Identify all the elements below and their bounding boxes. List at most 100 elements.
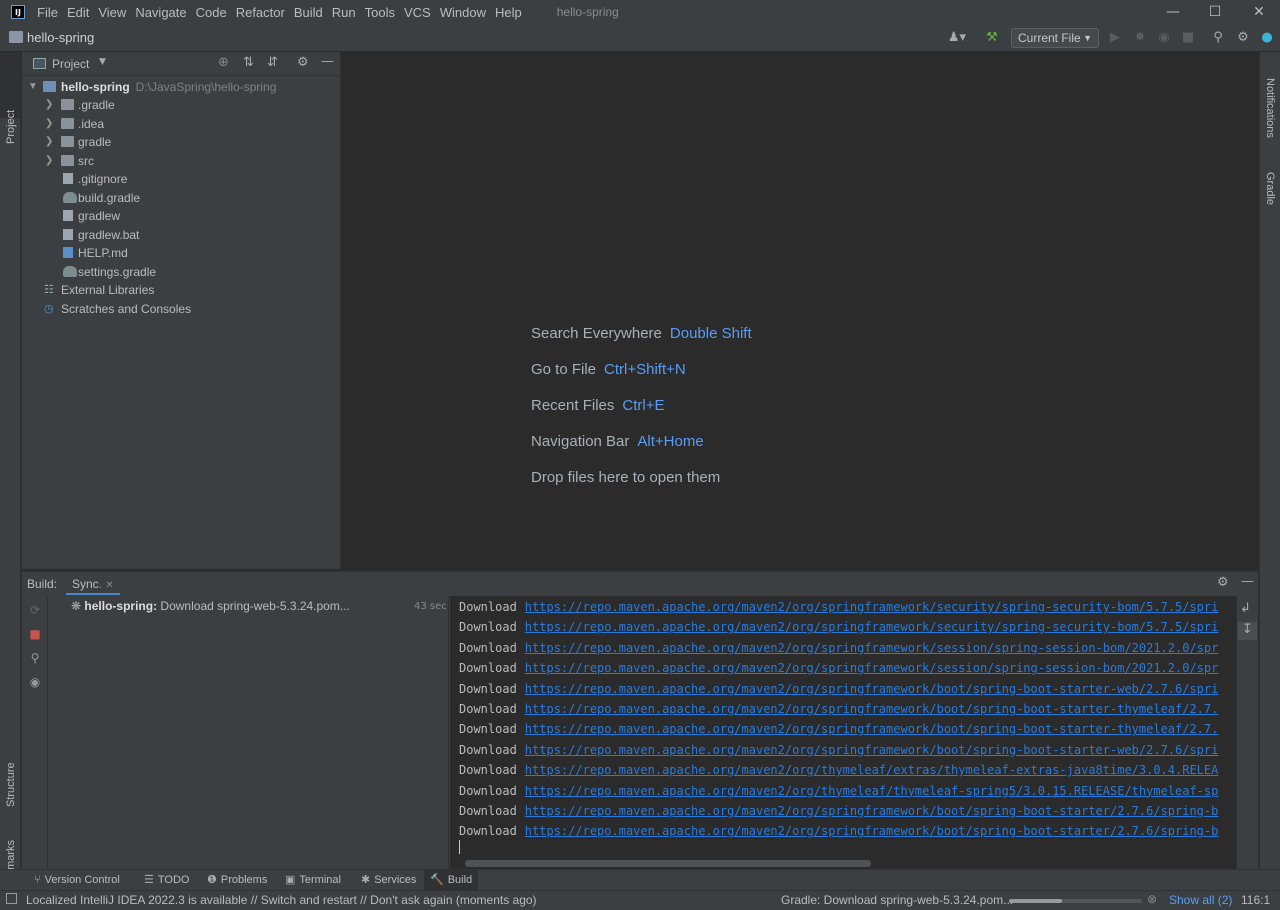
- tree-item-scratches[interactable]: ◷ Scratches and Consoles: [22, 300, 341, 318]
- menu-navigate[interactable]: Navigate: [135, 5, 186, 20]
- notifications-tool-label[interactable]: Notifications: [1264, 78, 1276, 138]
- project-tool-label[interactable]: Project: [5, 110, 17, 144]
- hint-search-everywhere: Search Everywhere Double Shift: [531, 325, 752, 342]
- breadcrumb-project[interactable]: hello-spring: [27, 30, 94, 45]
- sync-task-row[interactable]: ❋ hello-spring: Download spring-web-5.3.…: [71, 599, 350, 613]
- project-view-selector[interactable]: Project: [52, 57, 89, 71]
- console-url-link[interactable]: https://repo.maven.apache.org/maven2/org…: [525, 661, 1219, 675]
- chevron-right-icon[interactable]: ❯: [45, 152, 55, 170]
- console-url-link[interactable]: https://repo.maven.apache.org/maven2/org…: [525, 702, 1219, 716]
- expand-all-icon[interactable]: ⇅: [243, 55, 254, 70]
- status-message[interactable]: Localized IntelliJ IDEA 2022.3 is availa…: [26, 893, 537, 907]
- console-url-link[interactable]: https://repo.maven.apache.org/maven2/org…: [525, 641, 1219, 655]
- show-eye-icon[interactable]: ◉: [27, 674, 43, 690]
- maximize-icon[interactable]: ☐: [1192, 0, 1238, 24]
- cancel-task-icon[interactable]: ⊗: [1147, 892, 1157, 906]
- chevron-right-icon[interactable]: ❯: [45, 133, 55, 151]
- tree-item[interactable]: ❯ gradle: [22, 133, 341, 151]
- console-url-link[interactable]: https://repo.maven.apache.org/maven2/org…: [525, 824, 1219, 838]
- console-url-link[interactable]: https://repo.maven.apache.org/maven2/org…: [525, 804, 1219, 818]
- menu-tools[interactable]: Tools: [365, 5, 395, 20]
- chevron-down-icon[interactable]: ▼: [28, 78, 38, 96]
- tree-item[interactable]: build.gradle: [22, 189, 341, 207]
- menu-run[interactable]: Run: [332, 5, 356, 20]
- pin-tab-icon[interactable]: ⚲: [27, 650, 43, 666]
- tool-tab-services[interactable]: ✱ Services: [355, 870, 422, 891]
- menu-refactor[interactable]: Refactor: [236, 5, 285, 20]
- close-tab-icon[interactable]: ✕: [105, 580, 113, 591]
- debug-icon[interactable]: ✸: [1131, 29, 1149, 47]
- toggle-tool-windows-icon[interactable]: [6, 893, 17, 904]
- panel-settings-gear-icon[interactable]: ⚙: [297, 55, 309, 70]
- menu-view[interactable]: View: [98, 5, 126, 20]
- tree-item[interactable]: ❯ .idea: [22, 115, 341, 133]
- run-configuration-select[interactable]: Current File ▼: [1011, 28, 1099, 48]
- stop-sync-icon[interactable]: ■: [27, 626, 43, 642]
- rerun-sync-icon[interactable]: ⟳: [27, 602, 43, 618]
- locate-target-icon[interactable]: ⊕: [218, 55, 229, 70]
- tree-item[interactable]: settings.gradle: [22, 263, 341, 281]
- gradle-task-status[interactable]: Gradle: Download spring-web-5.3.24.pom..…: [781, 893, 1013, 907]
- build-console-output[interactable]: Download https://repo.maven.apache.org/ma…: [450, 596, 1236, 870]
- tree-item-external-libraries[interactable]: ☷ External Libraries: [22, 281, 341, 299]
- project-tool-tab[interactable]: [0, 52, 21, 118]
- tree-item-label: gradlew.bat: [78, 228, 140, 242]
- menu-file[interactable]: File: [37, 5, 58, 20]
- console-url-link[interactable]: https://repo.maven.apache.org/maven2/org…: [525, 600, 1219, 614]
- menu-code[interactable]: Code: [196, 5, 227, 20]
- console-url-link[interactable]: https://repo.maven.apache.org/maven2/org…: [525, 620, 1219, 634]
- build-hammer-icon[interactable]: ⚒: [983, 29, 1001, 47]
- menu-window[interactable]: Window: [440, 5, 486, 20]
- search-icon[interactable]: ⚲: [1209, 29, 1227, 47]
- close-window-icon[interactable]: ✕: [1236, 0, 1280, 24]
- collapse-all-icon[interactable]: ⇵: [267, 55, 278, 70]
- tab-sync[interactable]: Sync. ✕: [66, 572, 120, 595]
- show-all-tasks-link[interactable]: Show all (2): [1169, 893, 1232, 907]
- tool-tab-version-control[interactable]: ⑂ Version Control: [28, 870, 126, 891]
- menu-vcs[interactable]: VCS: [404, 5, 431, 20]
- hammer-icon: 🔨: [430, 874, 444, 886]
- tool-tab-terminal[interactable]: ▣ Terminal: [279, 870, 347, 891]
- tool-tab-todo[interactable]: ☰ TODO: [138, 870, 195, 891]
- editor-empty-area[interactable]: Search Everywhere Double Shift Go to File…: [342, 52, 1258, 569]
- menu-build[interactable]: Build: [294, 5, 323, 20]
- chevron-right-icon[interactable]: ❯: [45, 115, 55, 133]
- tree-item[interactable]: gradlew.bat: [22, 226, 341, 244]
- menu-help[interactable]: Help: [495, 5, 522, 20]
- caret-position[interactable]: 116:1: [1241, 893, 1270, 907]
- tool-tab-build[interactable]: 🔨 Build: [424, 870, 479, 891]
- console-url-link[interactable]: https://repo.maven.apache.org/maven2/org…: [525, 763, 1219, 777]
- gradle-tool-label[interactable]: Gradle: [1264, 172, 1276, 205]
- menu-edit[interactable]: Edit: [67, 5, 89, 20]
- chevron-right-icon[interactable]: ❯: [45, 96, 55, 114]
- hide-panel-icon[interactable]: —: [321, 54, 334, 69]
- build-settings-gear-icon[interactable]: ⚙: [1217, 575, 1229, 590]
- console-url-link[interactable]: https://repo.maven.apache.org/maven2/org…: [525, 784, 1219, 798]
- scroll-to-end-icon[interactable]: ↧: [1238, 622, 1257, 640]
- run-icon[interactable]: ▶: [1106, 29, 1124, 47]
- tree-item[interactable]: HELP.md: [22, 244, 341, 262]
- console-download-word: Download: [459, 681, 517, 696]
- tree-item[interactable]: .gitignore: [22, 170, 341, 188]
- tree-item[interactable]: ❯ src: [22, 152, 341, 170]
- tree-root-hello-spring[interactable]: ▼ hello-spring D:\JavaSpring\hello-spring: [22, 78, 341, 96]
- chevron-down-icon[interactable]: ▼: [99, 57, 106, 67]
- tree-item-label: Scratches and Consoles: [61, 302, 192, 316]
- structure-tool-label[interactable]: Structure: [5, 762, 17, 807]
- user-account-icon[interactable]: ♟▾: [945, 29, 969, 47]
- console-url-link[interactable]: https://repo.maven.apache.org/maven2/org…: [525, 682, 1219, 696]
- console-horizontal-scrollbar[interactable]: [465, 860, 871, 867]
- console-url-link[interactable]: https://repo.maven.apache.org/maven2/org…: [525, 722, 1219, 736]
- minimize-icon[interactable]: —: [1150, 0, 1196, 24]
- coverage-icon[interactable]: ◉: [1155, 29, 1173, 47]
- settings-gear-icon[interactable]: ⚙: [1234, 29, 1252, 47]
- jetbrains-toolbox-icon[interactable]: ●: [1258, 29, 1276, 47]
- tool-tab-problems[interactable]: ❶ Problems: [201, 870, 273, 891]
- console-url-link[interactable]: https://repo.maven.apache.org/maven2/org…: [525, 743, 1219, 757]
- progress-fill: [1009, 899, 1063, 903]
- tree-item[interactable]: gradlew: [22, 207, 341, 225]
- soft-wrap-icon[interactable]: ↲: [1240, 601, 1251, 616]
- tree-item[interactable]: ❯ .gradle: [22, 96, 341, 114]
- stop-icon[interactable]: ■: [1179, 29, 1197, 47]
- hide-build-panel-icon[interactable]: —: [1241, 574, 1254, 589]
